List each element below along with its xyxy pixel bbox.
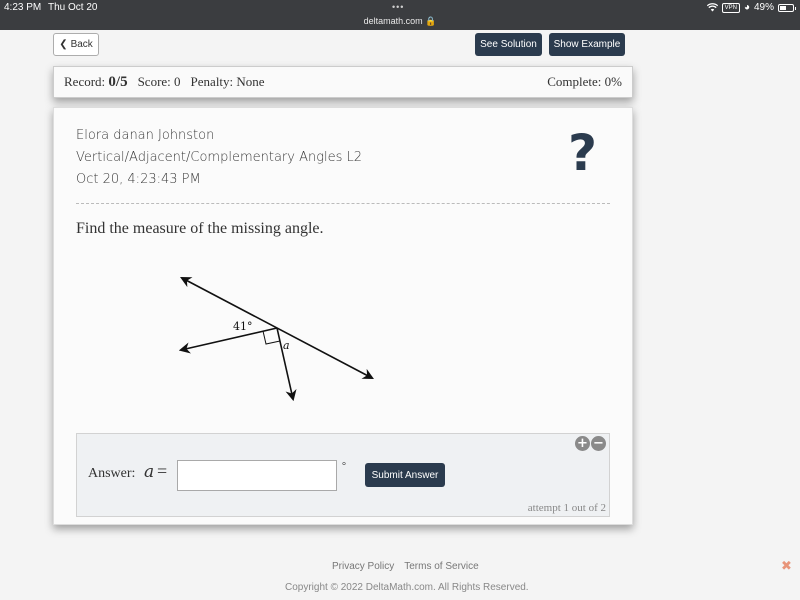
student-name: Elora danan Johnston	[76, 128, 215, 143]
terms-of-service-link[interactable]: Terms of Service	[404, 561, 478, 572]
battery-icon	[778, 3, 796, 12]
divider	[76, 203, 610, 204]
vpn-icon: VPN	[721, 2, 740, 13]
score-label: Score: 0	[137, 74, 181, 89]
zoom-controls: + −	[575, 436, 606, 451]
answer-variable: a	[144, 462, 155, 482]
problem-prompt: Find the measure of the missing angle.	[76, 220, 324, 237]
problem-header: Elora danan Johnston Vertical/Adjacent/C…	[76, 125, 362, 191]
back-button[interactable]: ❮ Back	[53, 33, 99, 56]
battery-level	[780, 5, 786, 10]
wifi-icon	[706, 3, 718, 12]
complete-label: Complete: 0%	[547, 74, 622, 89]
chevron-left-icon: ❮	[59, 39, 68, 50]
degree-unit: °	[342, 461, 346, 472]
see-solution-button[interactable]: See Solution	[475, 33, 542, 56]
footer-links: Privacy Policy Terms of Service	[332, 561, 479, 572]
record-bar: Record: 0/5 Score: 0 Penalty: None Compl…	[53, 66, 633, 98]
lock-icon: 🔒	[425, 16, 437, 26]
status-time: 4:23 PM	[4, 2, 42, 13]
penalty-label: Penalty: None	[190, 74, 265, 89]
plus-circle-icon[interactable]: +	[575, 436, 590, 451]
answer-input[interactable]	[177, 460, 337, 491]
attempt-counter: attempt 1 out of 2	[527, 502, 606, 514]
privacy-policy-link[interactable]: Privacy Policy	[332, 561, 394, 572]
close-icon[interactable]: ✖	[781, 559, 792, 574]
angle-figure: 41° a	[178, 276, 374, 402]
submit-answer-button[interactable]: Submit Answer	[365, 463, 445, 487]
multitask-dots-icon[interactable]: •••	[392, 2, 404, 12]
record-label: Record:	[64, 74, 106, 89]
topic-title: Vertical/Adjacent/Complementary Angles L…	[76, 150, 363, 165]
battery-percent: 49%	[753, 2, 774, 13]
url-text: deltamath.com	[363, 16, 423, 26]
problem-card: Elora danan Johnston Vertical/Adjacent/C…	[53, 107, 633, 525]
answer-label: Answer:	[88, 466, 136, 481]
timestamp: Oct 20, 4:23:43 PM	[76, 172, 201, 187]
copyright-text: Copyright © 2022 DeltaMath.com. All Righ…	[285, 582, 529, 593]
back-label: Back	[70, 39, 93, 50]
record-value: 0/5	[108, 73, 128, 90]
address-bar[interactable]: deltamath.com 🔒	[0, 16, 800, 27]
unknown-angle-label: a	[283, 339, 290, 352]
given-angle-label: 41°	[233, 320, 253, 333]
status-date: Thu Oct 20	[48, 2, 98, 13]
show-example-button[interactable]: Show Example	[549, 33, 625, 56]
help-question-icon[interactable]: ?	[568, 128, 597, 178]
answer-panel: + − Answer: a = ° Submit Answer attempt …	[76, 433, 610, 517]
equals-sign: =	[157, 461, 168, 481]
status-indicators: VPN ◕ 49%	[706, 2, 796, 13]
orientation-lock-icon: ◕	[743, 2, 750, 13]
minus-circle-icon[interactable]: −	[591, 436, 606, 451]
ios-status-bar: 4:23 PM Thu Oct 20 ••• deltamath.com 🔒 V…	[0, 0, 800, 30]
